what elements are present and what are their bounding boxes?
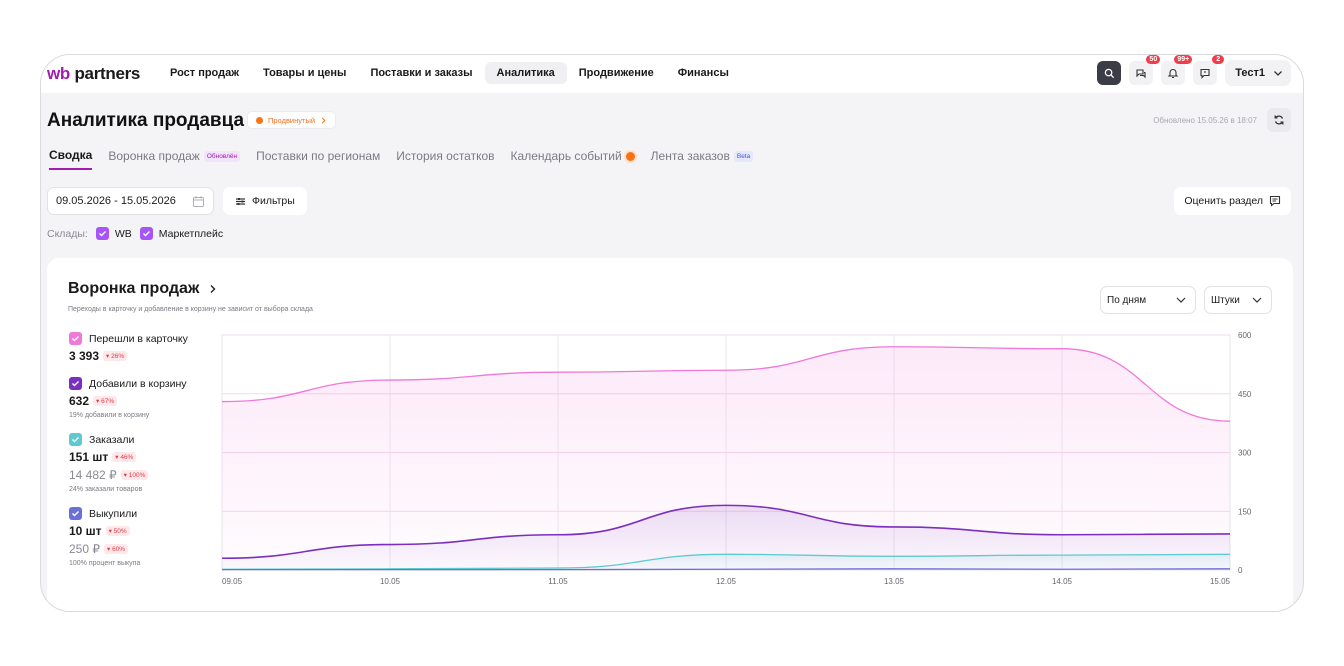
chat-badge: 50 [1146, 55, 1161, 64]
store-checkbox-wb[interactable]: WB [95, 227, 132, 240]
tab-stock-history[interactable]: История остатков [396, 149, 494, 169]
chat-icon [1136, 69, 1146, 79]
tab-sales-funnel[interactable]: Воронка продаж Обновлён [108, 149, 241, 169]
stores-filter: Склады: WB Маркетплейс [47, 227, 223, 240]
level-badge[interactable]: Продвинутый [247, 111, 337, 129]
sales-funnel-card: Воронка продаж Переходы в карточку и доб… [47, 258, 1293, 612]
nav-item-promotion[interactable]: Продвижение [567, 62, 666, 84]
nav-item-supplies[interactable]: Поставки и заказы [358, 62, 484, 84]
updated-tag: Обновлён [203, 150, 241, 162]
new-dot-icon [625, 151, 635, 161]
tab-label: Лента заказов [650, 149, 730, 163]
level-badge-label: Продвинутый [268, 115, 316, 125]
tab-label: Поставки по регионам [256, 149, 381, 163]
checkbox-checked-icon [139, 227, 153, 240]
y-tick-label: 300 [1238, 449, 1252, 458]
feedback-icon [1269, 195, 1281, 207]
store-checkbox-marketplace[interactable]: Маркетплейс [139, 227, 224, 240]
refresh-icon [1274, 115, 1284, 125]
store-label: WB [114, 227, 132, 240]
chevron-right-icon [321, 117, 326, 123]
beta-tag: Beta [733, 150, 754, 162]
tab-events-calendar[interactable]: Календарь событий [511, 149, 635, 169]
refresh-button[interactable] [1267, 108, 1291, 132]
x-tick-label: 14.05 [1052, 577, 1073, 586]
top-nav: wb partners Рост продаж Товары и цены По… [41, 55, 1303, 93]
filters-label: Фильтры [252, 195, 295, 207]
rate-section-button[interactable]: Оценить раздел [1174, 187, 1291, 215]
rate-section-label: Оценить раздел [1184, 195, 1263, 207]
date-range-value: 09.05.2026 - 15.05.2026 [56, 195, 176, 207]
tab-label: Сводка [49, 148, 93, 162]
nav-item-products[interactable]: Товары и цены [251, 62, 358, 84]
calendar-icon [193, 195, 204, 207]
y-tick-label: 450 [1238, 390, 1252, 399]
search-icon [1104, 68, 1114, 78]
search-button[interactable] [1097, 61, 1122, 85]
x-tick-label: 15.05 [1210, 577, 1231, 586]
funnel-chart[interactable]: 09.05 10.05 11.05 12.05 13.05 14.05 15.05 0 150 3… [47, 258, 1293, 612]
x-tick-label: 09.05 [222, 577, 243, 586]
logo[interactable]: wb partners [47, 64, 140, 84]
stores-label: Склады: [47, 227, 88, 240]
x-tick-label: 12.05 [716, 577, 737, 586]
notifications-badge: 99+ [1174, 55, 1193, 64]
nav-item-analytics[interactable]: Аналитика [484, 62, 567, 84]
support-badge: 2 [1212, 55, 1225, 64]
store-label: Маркетплейс [158, 227, 224, 240]
nav-item-finance[interactable]: Финансы [666, 62, 741, 84]
x-tick-label: 11.05 [548, 577, 568, 586]
user-name: Тест1 [1235, 67, 1265, 79]
checkbox-checked-icon [95, 227, 109, 240]
tab-summary[interactable]: Сводка [49, 148, 93, 170]
tabs: Сводка Воронка продаж Обновлён Поставки п… [49, 148, 754, 170]
y-tick-label: 0 [1238, 566, 1243, 575]
support-button[interactable]: 2 [1193, 55, 1225, 85]
tab-orders-feed[interactable]: Лента заказов Beta [651, 149, 754, 169]
logo-wb: wb [47, 64, 71, 83]
filters-button[interactable]: Фильтры [223, 187, 307, 215]
filters-icon [236, 197, 245, 205]
app-window: wb partners Рост продаж Товары и цены По… [40, 54, 1304, 612]
nav-item-growth[interactable]: Рост продаж [158, 62, 251, 84]
x-tick-label: 10.05 [380, 577, 401, 586]
updated-timestamp: Обновлено 15.05.26 в 18:07 [1153, 116, 1257, 125]
date-range-input[interactable]: 09.05.2026 - 15.05.2026 [47, 187, 214, 215]
chat-button[interactable]: 50 [1129, 55, 1161, 85]
logo-partners: partners [74, 64, 141, 83]
tab-label: История остатков [396, 149, 495, 163]
page-title: Аналитика продавца [47, 110, 245, 131]
chevron-down-icon [1274, 71, 1282, 76]
nav-items: Рост продаж Товары и цены Поставки и зак… [158, 62, 741, 84]
tab-regions[interactable]: Поставки по регионам [256, 149, 380, 169]
bell-icon [1167, 69, 1179, 79]
y-tick-label: 600 [1238, 331, 1252, 340]
support-icon [1200, 68, 1210, 79]
user-menu[interactable]: Тест1 [1225, 60, 1291, 86]
notifications-button[interactable]: 99+ [1161, 55, 1193, 85]
x-tick-label: 13.05 [884, 577, 905, 586]
tab-label: Воронка продаж [108, 149, 200, 163]
y-tick-label: 150 [1238, 507, 1252, 516]
level-dot-icon [256, 116, 263, 124]
tab-label: Календарь событий [510, 149, 622, 163]
